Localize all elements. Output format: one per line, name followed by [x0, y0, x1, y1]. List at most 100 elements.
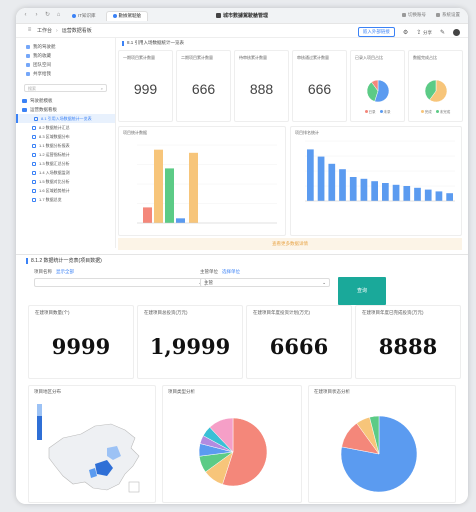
kpi-card-pie: 数据完成占比 完成 未完成 — [408, 50, 463, 122]
sidebar-item-team[interactable]: 团队空间 — [16, 60, 115, 69]
tab-dashboard[interactable]: 數據駕駛艙 — [105, 10, 148, 21]
kpi-card: 在建项目年度投资计划(万元) 6666 — [246, 305, 352, 379]
legend-swatch — [379, 110, 383, 113]
kpi-label: 二期项目累计数量 — [181, 55, 213, 60]
sidebar-folder-templates[interactable]: 驾驶舱模板 — [16, 96, 115, 105]
sidebar-sub-item[interactable]: 1.2 运营指标统计 — [16, 150, 115, 159]
project-stats-chart: 项目统计数据 — [118, 126, 286, 236]
unit-filter: 主管单位 选择单位 主管 ⌄ — [200, 269, 330, 287]
folder-label: 运营数据看板 — [30, 106, 57, 112]
sub-item-label: 1.3 数据汇总分析 — [39, 160, 70, 166]
legend-label: 未录 — [383, 110, 391, 114]
sidebar-item-my[interactable]: 我的驾驶舱 — [16, 42, 115, 51]
sidebar-sub-item[interactable]: 1.4 入场数据监测 — [16, 168, 115, 177]
filter-link[interactable]: 显示全部 — [56, 269, 74, 275]
sidebar-sub-item[interactable]: 8.1 引用入场数据统计一览表 — [16, 114, 115, 123]
sidebar-sub-item[interactable]: 1.3 数据汇总分析 — [16, 159, 115, 168]
sidebar-sub-item[interactable]: 1.6 区域趋势统计 — [16, 186, 115, 195]
sub-item-label: 1.7 数据总览 — [39, 196, 62, 202]
report-icon — [32, 125, 36, 130]
bar — [414, 187, 421, 201]
sidebar: 我的驾驶舱 我的收藏 团队空间 共享给我 搜索 ⌕ 驾驶舱模板 运营数据看板 8.… — [16, 38, 116, 248]
sub-item-label: 1.6 区域趋势统计 — [39, 187, 70, 193]
tab-favicon-icon — [72, 13, 76, 18]
view-more-link[interactable]: 查看更多数据详情 — [118, 238, 462, 250]
select-value: 主管 — [204, 279, 213, 285]
sidebar-item-favorites[interactable]: 我的收藏 — [16, 51, 115, 60]
search-button[interactable]: 查询 — [338, 277, 386, 305]
report-icon — [34, 116, 38, 121]
sidebar-item-shared[interactable]: 共享给我 — [16, 69, 115, 78]
grouped-bar-chart — [137, 144, 277, 224]
legend-label: 完成 — [424, 110, 432, 114]
avatar[interactable] — [453, 28, 460, 36]
kpi-value: 666 — [191, 81, 216, 97]
legend-item: 未录 — [379, 110, 391, 115]
breadcrumb-item[interactable]: 运营数据看板 — [62, 27, 92, 34]
sidebar-sub-item[interactable]: 8.2 数据统计汇总 — [16, 123, 115, 132]
sidebar-search-input[interactable]: 搜索 ⌕ — [24, 84, 107, 92]
title-bar-actions: 切换账号 系统设置 — [402, 12, 460, 18]
unit-select[interactable]: 主管 ⌄ — [200, 278, 330, 287]
embed-link-button[interactable]: 嵌入外部链接 — [357, 27, 395, 37]
kpi-card: 在建项目总投资(万元) 1,9999 — [137, 305, 243, 379]
sub-item-label: 1.4 入场数据监测 — [39, 169, 70, 175]
panel-label: 项目类型分析 — [168, 389, 195, 394]
sidebar-item-label: 我的驾驶舱 — [33, 43, 56, 49]
map-inset — [128, 481, 140, 493]
home-icon[interactable]: ⌂ — [55, 12, 62, 19]
kpi-value: 6666 — [269, 334, 329, 359]
team-icon — [26, 62, 30, 67]
settings-link[interactable]: 系统设置 — [436, 12, 460, 18]
kpi-label: 在建项目总投资(万元) — [144, 310, 188, 315]
breadcrumb-item[interactable]: 工作台 — [37, 27, 52, 34]
sidebar-folder-ops[interactable]: 运营数据看板 — [16, 105, 115, 114]
legend-item: 已录 — [364, 110, 376, 115]
tab-knowledge[interactable]: IT知识库 — [66, 11, 102, 21]
window-title-text: 城市數據駕駛艙管理 — [223, 13, 269, 19]
sidebar-sub-item[interactable]: 1.1 数据分析报表 — [16, 141, 115, 150]
project-filter: 项目名称 显示全部 ⌄ — [34, 269, 206, 287]
project-status-pie-chart — [340, 415, 418, 493]
kpi-card: 一期项目累计数量 999 — [118, 50, 173, 122]
project-type-panel: 项目类型分析 — [162, 385, 302, 503]
kpi-card: 审核通过累计数量 666 — [292, 50, 347, 122]
kpi-row: 一期项目累计数量 999 二期项目累计数量 666 待审核累计数量 888 审核通过累… — [118, 50, 463, 122]
report-icon — [32, 179, 36, 184]
switch-account-link[interactable]: 切换账号 — [402, 12, 426, 18]
kpi-value: 8888 — [378, 334, 438, 359]
filter-link[interactable]: 选择单位 — [222, 269, 240, 275]
mini-pie-group — [366, 79, 390, 103]
user-icon — [402, 12, 406, 17]
bar — [360, 178, 368, 201]
filter-label: 主管单位 — [200, 269, 218, 274]
sidebar-sub-item[interactable]: 1.7 数据总览 — [16, 195, 115, 204]
map-legend-scale-light — [37, 404, 42, 416]
china-map-outline[interactable] — [48, 423, 140, 491]
sidebar-sub-item[interactable]: 1.5 数据对比分析 — [16, 177, 115, 186]
bar — [154, 149, 163, 223]
settings-icon[interactable]: ⚙ — [403, 29, 408, 36]
legend-label: 已录 — [368, 110, 376, 114]
kpi-value: 1,9999 — [149, 334, 231, 359]
refresh-icon[interactable]: ↻ — [44, 12, 51, 19]
kpi-value: 9999 — [51, 334, 111, 359]
legend-label: 未完成 — [439, 110, 451, 114]
legend-swatch — [435, 110, 439, 113]
share-button[interactable]: ⇪ 分享 — [416, 29, 432, 36]
page-title: 8.1 引用入场数据统计一览表 — [118, 38, 462, 48]
back-icon[interactable]: ‹ — [22, 12, 29, 19]
sub-item-label: 8.2 数据统计汇总 — [39, 124, 70, 130]
section-title-text: 8.1.2 数据统计一览表(项目数据) — [31, 258, 102, 264]
report-icon — [32, 161, 36, 166]
browser-window: ‹ › ↻ ⌂ IT知识库 數據駕駛艙 城市數據駕駛艙管理 切换账号 系统设置 … — [16, 8, 468, 250]
sidebar-sub-item[interactable]: 8.3 区域数据分布 — [16, 132, 115, 141]
chart-legend: 完成 未完成 — [409, 110, 462, 115]
project-select[interactable]: ⌄ — [34, 278, 206, 287]
kpi-label: 待审核累计数量 — [239, 55, 267, 60]
edit-icon[interactable]: ✎ — [440, 29, 445, 36]
forward-icon[interactable]: › — [33, 12, 40, 19]
report-icon — [32, 188, 36, 193]
kpi-label: 在建项目年度已完成投资(万元) — [362, 310, 424, 315]
menu-icon[interactable]: ≡ — [26, 27, 33, 34]
